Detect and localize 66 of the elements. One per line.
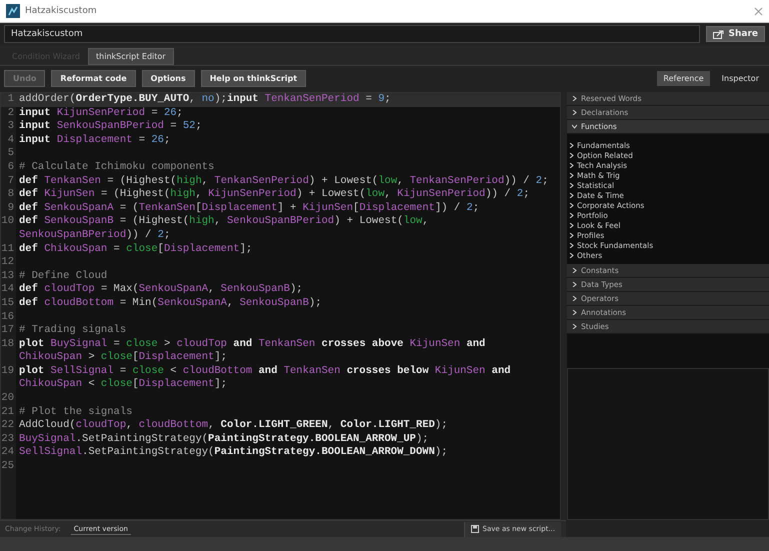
line-number: 1 xyxy=(6,93,15,107)
code-line: def TenkanSen = (Highest(high, TenkanSenPeriod) + Lowest(low, TenkanSenPeriod)) / 2; xyxy=(19,174,550,188)
line-number: 18 xyxy=(1,338,15,352)
share-icon xyxy=(713,30,724,38)
code-line: AddCloud(cloudTop, cloudBottom, Color.LIGHT_GREEN, Color.LIGHT_RED); xyxy=(19,419,449,433)
line-number: 14 xyxy=(1,283,15,297)
line-number: 17 xyxy=(1,324,15,338)
chevron-down-icon xyxy=(572,124,577,129)
panel-tab[interactable]: Reference xyxy=(657,71,710,86)
chevron-right-icon xyxy=(572,324,577,329)
code-line: input SenkouSpanBPeriod = 52; xyxy=(19,120,203,134)
window-title: Hatzakiscustom xyxy=(25,6,98,16)
code-line: input Displacement = 26; xyxy=(19,134,172,148)
toolbar-button[interactable]: Options xyxy=(142,70,195,87)
line-number: 22 xyxy=(1,419,15,433)
line-number: 9 xyxy=(6,202,15,216)
save-icon xyxy=(470,525,479,533)
chevron-right-icon xyxy=(572,282,577,287)
line-number: 12 xyxy=(1,256,15,270)
code-line: BuySignal.SetPaintingStrategy(PaintingStrategy.BOOLEAN_ARROW_UP); xyxy=(19,432,430,446)
chevron-right-icon xyxy=(572,268,577,273)
code-line: SellSignal.SetPaintingStrategy(PaintingStrategy.BOOLEAN_ARROW_DOWN); xyxy=(19,446,449,460)
line-number: 15 xyxy=(1,296,15,310)
code-line: def SenkouSpanA = (TenkanSen[Displacement] + KijunSen[Displacement]) / 2; xyxy=(19,202,480,215)
code-line: def cloudTop = Max(SenkouSpanA, SenkouSpanB); xyxy=(19,283,304,297)
code-line: # Plot the signals xyxy=(19,406,134,419)
code-line: def ChikouSpan = close[Displacement]; xyxy=(19,242,254,256)
share-button[interactable]: Share xyxy=(706,26,765,42)
chevron-right-icon xyxy=(572,110,577,115)
chevron-right-icon xyxy=(572,296,577,301)
code-line: # Trading signals xyxy=(19,324,128,338)
line-number: 6 xyxy=(6,160,15,175)
line-number: 2 xyxy=(6,106,15,120)
code-line: def SenkouSpanB = (Highest(high, SenkouSpanBPeriod) + Lowest(low, SenkouSpanBPeriod)) / 2; xyxy=(19,215,430,243)
line-number: 11 xyxy=(1,242,15,256)
line-number: 21 xyxy=(1,406,15,420)
code-line: # Define Cloud xyxy=(19,270,108,283)
code-line: def KijunSen = (Highest(high, KijunSenPeriod) + Lowest(low, KijunSenPeriod)) / 2; xyxy=(19,188,530,202)
app-icon xyxy=(6,4,20,18)
line-number: 24 xyxy=(1,446,15,460)
line-number: 4 xyxy=(6,134,15,148)
tab[interactable]: thinkScript Editor xyxy=(88,48,174,65)
code-line: def cloudBottom = Min(SenkouSpanA, SenkouSpanB); xyxy=(19,296,322,310)
panel-tab[interactable]: Inspector xyxy=(716,71,765,86)
line-number: 25 xyxy=(1,460,15,474)
toolbar-button[interactable]: Help on thinkScript xyxy=(200,70,306,87)
close-icon[interactable] xyxy=(754,6,763,16)
line-number: 8 xyxy=(6,188,15,202)
code-line: plot BuySignal = close > cloudTop and TenkanSen crosses above KijunSen and ChikouSpan > close[Displacement]; xyxy=(19,338,486,365)
line-number: 16 xyxy=(1,310,15,324)
script-name-field[interactable]: Hatzakiscustom xyxy=(4,25,700,43)
line-number: 5 xyxy=(6,147,15,161)
chevron-right-icon xyxy=(572,310,577,315)
code-line: # Calculate Ichimoku components xyxy=(19,160,216,175)
line-number: 7 xyxy=(6,174,15,188)
line-number: 13 xyxy=(1,270,15,284)
line-number: 23 xyxy=(1,432,15,446)
code-line: addOrder(OrderType.BUY_AUTO, no);input TenkanSenPeriod = 9; xyxy=(19,93,392,107)
code-line: plot SellSignal = close < cloudBottom and TenkanSen crosses below KijunSen and ChikouSpan < close[Displacement]; xyxy=(19,364,512,392)
line-number: 20 xyxy=(1,392,15,406)
chevron-right-icon xyxy=(572,96,577,101)
line-number: 10 xyxy=(1,215,15,230)
code-line: input KijunSenPeriod = 26; xyxy=(19,106,184,120)
toolbar-button[interactable]: Reformat code xyxy=(51,70,136,87)
line-number: 19 xyxy=(1,364,15,379)
line-number: 3 xyxy=(6,120,15,134)
